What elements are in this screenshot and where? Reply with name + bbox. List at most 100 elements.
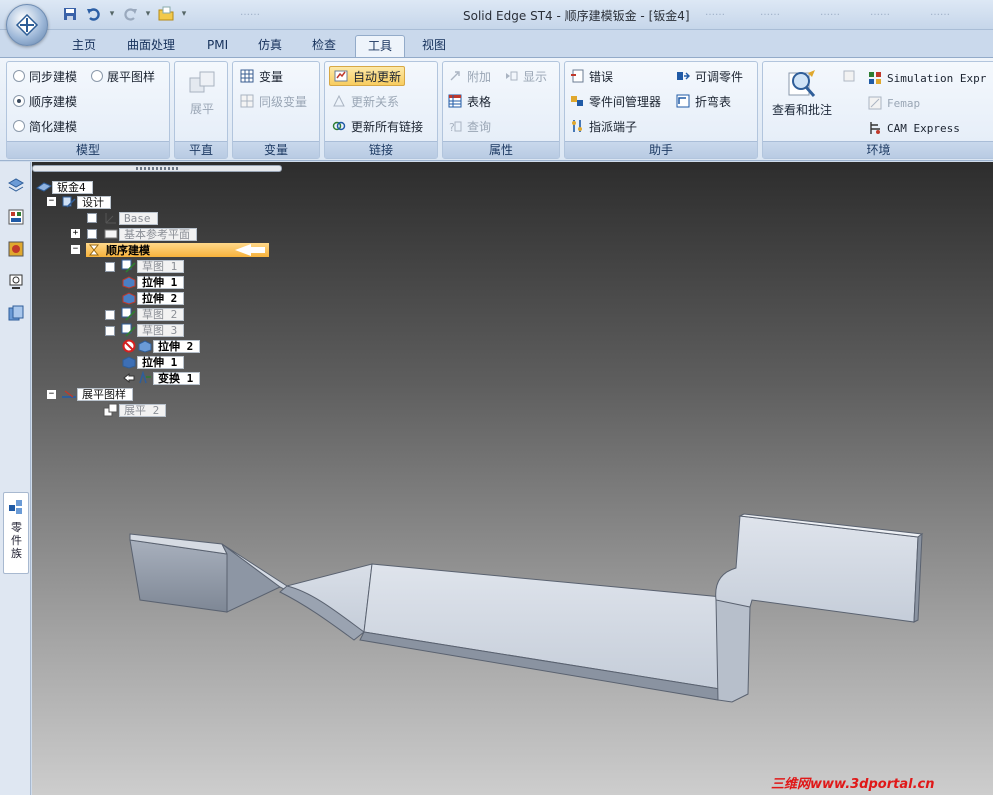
peer-variables-icon	[239, 93, 255, 109]
tree-collapse-ordered[interactable]: −	[71, 245, 80, 254]
simulation-express-button[interactable]: Simulation Expr	[867, 68, 986, 88]
interpart-manager-button[interactable]: 零件间管理器	[569, 91, 661, 111]
tree-check-sketch2[interactable]	[105, 310, 115, 320]
auto-update-button[interactable]: 自动更新	[329, 66, 406, 86]
adjustable-part-button[interactable]: 可调零件	[675, 66, 743, 86]
title-bar: ▾ ▾ ▾ …… Solid Edge ST4 - 顺序建模钣金 - [钣金4]…	[0, 0, 993, 46]
tree-node-ordered[interactable]: 顺序建模	[86, 243, 269, 257]
tree-expand-base-planes[interactable]: +	[71, 229, 80, 238]
sketch-icon	[121, 259, 137, 273]
update-all-links-icon	[331, 118, 347, 134]
tree-node-flatten2[interactable]: 展平 2	[103, 403, 167, 417]
assign-terminal-button[interactable]: 指派端子	[569, 116, 637, 136]
tree-node-transform1[interactable]: 变换 1	[121, 371, 201, 385]
update-relations-button[interactable]: 更新关系	[331, 91, 399, 111]
query-button[interactable]: ? 查询	[447, 116, 491, 136]
tree-node-sketch1[interactable]: 草图 1	[121, 259, 185, 273]
adjustable-part-icon	[675, 68, 691, 84]
env-extra-icon[interactable]	[841, 68, 857, 84]
tree-root[interactable]: 钣金4	[36, 180, 93, 194]
attach-button[interactable]: 附加	[447, 66, 491, 86]
app-logo-icon	[15, 13, 39, 37]
tree-check-base-planes[interactable]	[87, 229, 97, 239]
customize-qat-icon[interactable]: ▾	[180, 9, 188, 19]
peer-variables-button[interactable]: 同级变量	[239, 91, 307, 111]
title-ghost-text: ……	[930, 7, 950, 18]
simplified-modeling-option[interactable]: 简化建模	[13, 116, 77, 136]
cam-express-button[interactable]: CAM Express	[867, 118, 960, 138]
table-button[interactable]: 表格	[447, 91, 491, 111]
magnifier-icon	[788, 70, 816, 97]
tree-node-extrude1b[interactable]: 拉伸 1	[121, 355, 185, 369]
variables-button[interactable]: 变量	[239, 66, 283, 86]
redo-icon[interactable]	[120, 4, 140, 24]
application-button[interactable]	[6, 4, 48, 46]
extrude-icon	[137, 339, 153, 353]
tab-tools[interactable]: 工具	[355, 35, 406, 58]
layers-icon[interactable]	[5, 174, 27, 196]
tree-label-design: 设计	[77, 195, 111, 209]
rollback-marker-icon	[235, 244, 265, 256]
tree-label-extrude2a: 拉伸 2	[137, 291, 185, 305]
flat-pattern-option[interactable]: 展平图样	[91, 66, 155, 86]
chevron-down-icon[interactable]: ▾	[108, 9, 116, 19]
grip-dots	[136, 167, 180, 170]
update-all-links-label: 更新所有链接	[351, 119, 424, 134]
library-icon[interactable]	[5, 302, 27, 324]
part-family-tab[interactable]: 零件族	[3, 492, 29, 574]
title-ghost-text: ……	[650, 7, 670, 18]
tab-view[interactable]: 视图	[410, 35, 458, 58]
tree-node-flat-pattern[interactable]: 展平图样	[61, 387, 133, 401]
flatten-button[interactable]: 展平	[183, 68, 221, 117]
pathfinder-resize-grip[interactable]	[32, 165, 282, 172]
chevron-down-icon[interactable]: ▾	[144, 9, 152, 19]
interpart-manager-icon	[569, 93, 585, 109]
part-family-tab-label: 零件族	[11, 521, 22, 560]
tree-check-sketch3[interactable]	[105, 326, 115, 336]
ordered-modeling-option[interactable]: 顺序建模	[13, 91, 77, 111]
tree-node-base-planes[interactable]: 基本参考平面	[103, 227, 197, 241]
attach-label: 附加	[467, 69, 492, 84]
ribbon: 同步建模 展平图样 顺序建模 简化建模 模型 展平 平直 变量 同级变量 变量 …	[0, 57, 993, 161]
undo-icon[interactable]	[84, 4, 104, 24]
tree-node-base[interactable]: Base	[103, 211, 158, 225]
tab-simulation[interactable]: 仿真	[246, 35, 294, 58]
radio-sync[interactable]	[13, 70, 25, 82]
show-icon	[503, 68, 519, 84]
sensor-icon[interactable]	[5, 270, 27, 292]
update-all-links-button[interactable]: 更新所有链接	[331, 116, 423, 136]
tree-node-extrude2b[interactable]: 拉伸 2	[121, 339, 201, 353]
open-folder-icon[interactable]	[156, 4, 176, 24]
radio-ordered[interactable]	[13, 95, 25, 107]
errors-button[interactable]: 错误	[569, 66, 613, 86]
tree-collapse-design[interactable]: −	[47, 197, 56, 206]
show-button[interactable]: 显示	[503, 66, 547, 86]
femap-button[interactable]: Femap	[867, 93, 920, 113]
save-icon[interactable]	[60, 4, 80, 24]
bend-table-button[interactable]: 折弯表	[675, 91, 731, 111]
sketch-icon	[121, 307, 137, 321]
appearance-icon[interactable]	[5, 238, 27, 260]
radio-flat-pattern[interactable]	[91, 70, 103, 82]
tree-node-extrude2a[interactable]: 拉伸 2	[121, 291, 185, 305]
tree-node-sketch2[interactable]: 草图 2	[121, 307, 185, 321]
tree-node-extrude1a[interactable]: 拉伸 1	[121, 275, 185, 289]
femap-icon	[867, 95, 883, 111]
tab-pmi[interactable]: PMI	[195, 35, 240, 58]
coordinate-system-icon	[103, 211, 119, 225]
tree-collapse-flat-pattern[interactable]: −	[47, 390, 56, 399]
tab-inspect[interactable]: 检查	[300, 35, 348, 58]
cam-express-icon	[867, 120, 883, 136]
tree-node-design[interactable]: 设计	[61, 195, 111, 209]
tree-check-sketch1[interactable]	[105, 262, 115, 272]
tree-label-base: Base	[119, 211, 158, 225]
tree-check-base[interactable]	[87, 213, 97, 223]
tree-node-sketch3[interactable]: 草图 3	[121, 323, 185, 337]
sync-modeling-option[interactable]: 同步建模	[13, 66, 77, 86]
review-markup-button[interactable]: 查看和批注	[767, 67, 837, 118]
radio-simplified[interactable]	[13, 120, 25, 132]
tab-home[interactable]: 主页	[60, 35, 108, 58]
sync-modeling-label: 同步建模	[29, 69, 78, 84]
tab-surfacing[interactable]: 曲面处理	[115, 35, 187, 58]
color-manager-icon[interactable]	[5, 206, 27, 228]
